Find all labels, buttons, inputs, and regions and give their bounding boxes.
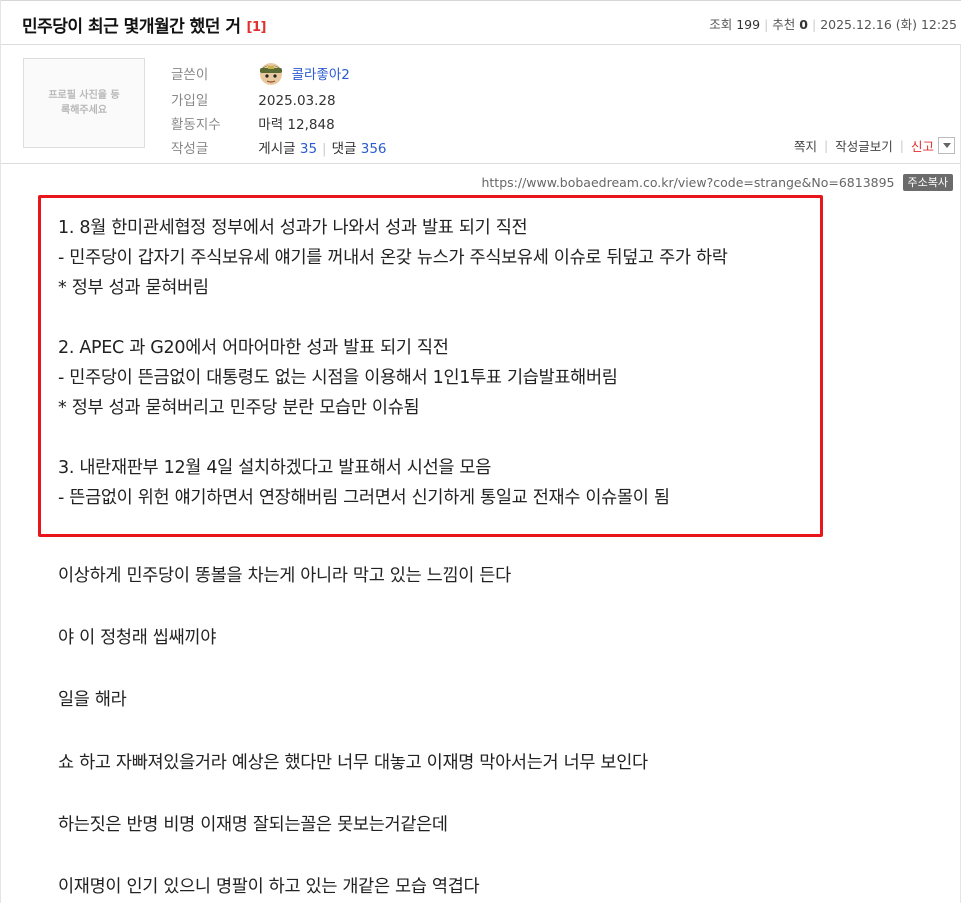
post-url-row: https://www.bobaedream.co.kr/view?code=s… xyxy=(481,174,953,191)
post-meta: 조회 199 | 추천 0 | 2025.12.16 (화) 12:25 xyxy=(709,17,957,32)
post-view: 민주당이 최근 몇개월간 했던 거 [1] 조회 199 | 추천 0 | 2025.12… xyxy=(0,0,961,903)
content-line xyxy=(58,303,728,333)
joined-label: 가입일 xyxy=(171,93,209,109)
profile-photo-text: 프로필 사진을 등록해주세요 xyxy=(48,90,120,116)
author-profile: 프로필 사진을 등록해주세요 글쓴이 콜라좋아2 가입일 2025.03.28 xyxy=(1,45,961,164)
author-actions: 쪽지 | 작성글보기 | 신고 xyxy=(794,136,955,155)
body-paragraph: 일을 해라 xyxy=(58,690,127,710)
content-line: 3. 내란재판부 12월 4일 설치하겠다고 발표해서 시선을 모음 xyxy=(58,458,492,478)
posts-count-link[interactable]: 35 xyxy=(300,141,317,157)
author-label: 글쓴이 xyxy=(171,67,209,83)
activity-label: 활동지수 xyxy=(171,117,221,133)
comments-count-link[interactable]: 356 xyxy=(361,141,387,157)
post-date: 2025.12.16 (화) 12:25 xyxy=(820,17,957,32)
content-line: - 뜬금없이 위헌 얘기하면서 연장해버림 그러면서 신기하게 통일교 전재수 … xyxy=(58,488,670,508)
posts-text: 게시글 xyxy=(258,141,296,157)
posts-row: 작성글 게시글 35 | 댓글 356 xyxy=(171,137,387,157)
body-paragraph: 이재명이 인기 있으니 명팔이 하고 있는 개같은 모습 역겹다 xyxy=(58,877,480,897)
body-paragraph: 하는짓은 반명 비명 이재명 잘되는꼴은 못보는거같은데 xyxy=(58,815,448,835)
profile-photo-placeholder: 프로필 사진을 등록해주세요 xyxy=(23,58,145,148)
comment-count-link[interactable]: [1] xyxy=(247,20,267,35)
content-line: * 정부 성과 묻혀버림 xyxy=(58,278,209,298)
post-title: 민주당이 최근 몇개월간 했던 거 [1] xyxy=(22,12,266,37)
content-line: 2. APEC 과 G20에서 어마어마한 성과 발표 되기 직전 xyxy=(58,338,449,358)
views-label: 조회 xyxy=(709,17,733,32)
views-count: 199 xyxy=(736,17,761,32)
message-button[interactable]: 쪽지 xyxy=(794,136,817,155)
joined-date: 2025.03.28 xyxy=(258,93,336,109)
comments-text: 댓글 xyxy=(331,141,357,157)
content-line: - 민주당이 뜬금없이 대통령도 없는 시점을 이용해서 1인1투표 기습발표해… xyxy=(58,368,618,388)
report-button[interactable]: 신고 xyxy=(911,136,934,155)
body-paragraph: 이상하게 민주당이 똥볼을 차는게 아니라 막고 있는 느낌이 든다 xyxy=(58,566,511,586)
avatar-icon xyxy=(258,60,284,86)
recommend-label: 추천 xyxy=(772,17,796,32)
posts-label: 작성글 xyxy=(171,141,209,157)
content-line xyxy=(58,423,728,453)
activity-value: 마력 12,848 xyxy=(258,117,335,133)
post-url: https://www.bobaedream.co.kr/view?code=s… xyxy=(481,175,895,190)
activity-row: 활동지수 마력 12,848 xyxy=(171,113,335,133)
content-line: - 민주당이 갑자기 주식보유세 얘기를 꺼내서 온갖 뉴스가 주식보유세 이슈… xyxy=(58,248,728,268)
content-line: 1. 8월 한미관세협정 정부에서 성과가 나와서 성과 발표 되기 직전 xyxy=(58,218,528,238)
boxed-content: 1. 8월 한미관세협정 정부에서 성과가 나와서 성과 발표 되기 직전 - … xyxy=(58,213,728,513)
report-dropdown-icon[interactable] xyxy=(938,137,955,154)
body-paragraph: 쇼 하고 자빠져있을거라 예상은 했다만 너무 대놓고 이재명 막아서는거 너무… xyxy=(58,753,648,773)
post-title-text: 민주당이 최근 몇개월간 했던 거 xyxy=(22,17,241,37)
copy-url-button[interactable]: 주소복사 xyxy=(902,174,953,191)
author-row: 글쓴이 콜라좋아2 xyxy=(171,62,350,88)
joined-row: 가입일 2025.03.28 xyxy=(171,89,336,109)
recommend-count: 0 xyxy=(799,17,808,32)
author-nickname-link[interactable]: 콜라좋아2 xyxy=(292,67,350,83)
view-posts-button[interactable]: 작성글보기 xyxy=(835,136,893,155)
body-paragraph: 야 이 정청래 씹쌔끼야 xyxy=(58,628,216,648)
post-header: 민주당이 최근 몇개월간 했던 거 [1] 조회 199 | 추천 0 | 2025.12… xyxy=(1,0,961,45)
content-line: * 정부 성과 묻혀버리고 민주당 분란 모습만 이슈됨 xyxy=(58,398,420,418)
